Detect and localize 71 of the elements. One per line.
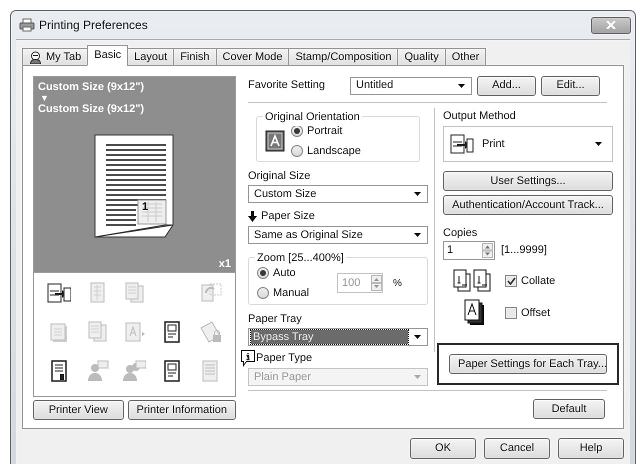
printer-button[interactable]: Printer View bbox=[33, 400, 124, 420]
copies-field[interactable]: 1 bbox=[443, 241, 495, 260]
dropdown[interactable]: Custom Size bbox=[248, 185, 428, 203]
printer-button[interactable]: Printer Information bbox=[128, 400, 236, 420]
info-icon bbox=[240, 349, 256, 367]
button[interactable]: Add... bbox=[477, 76, 536, 96]
caret-icon bbox=[414, 233, 421, 237]
button[interactable]: Edit... bbox=[541, 76, 600, 96]
range-label: [1...9999] bbox=[501, 243, 547, 258]
copy-count: x1 bbox=[218, 259, 231, 270]
people-icon[interactable] bbox=[122, 359, 146, 383]
checkbox[interactable]: Collate bbox=[505, 272, 556, 290]
button[interactable]: Help bbox=[558, 438, 624, 459]
close-icon bbox=[606, 21, 616, 29]
printer-icon[interactable] bbox=[46, 281, 71, 305]
radio-label: Portrait bbox=[307, 124, 342, 139]
tab[interactable]: Cover Mode bbox=[216, 48, 290, 66]
checkbox[interactable]: Offset bbox=[505, 304, 550, 322]
tab[interactable]: Other bbox=[444, 48, 486, 66]
radio-label: Auto bbox=[273, 266, 296, 281]
field-label: Original Size bbox=[248, 169, 312, 182]
button[interactable]: Cancel bbox=[484, 438, 550, 459]
field-label: Copies bbox=[443, 226, 478, 239]
button[interactable]: User Settings... bbox=[443, 171, 613, 191]
close-button[interactable] bbox=[591, 16, 631, 34]
caret-icon bbox=[414, 375, 421, 379]
tab[interactable]: Stamp/Composition bbox=[288, 48, 398, 66]
window-title: Printing Preferences bbox=[39, 17, 149, 34]
checkmark-icon bbox=[506, 277, 516, 285]
dropdown[interactable]: Bypass Tray bbox=[248, 328, 428, 346]
unit-label: % bbox=[393, 276, 402, 290]
caret-icon bbox=[414, 192, 421, 196]
letter-a-icon bbox=[265, 130, 285, 152]
size-label: Custom Size (9x12") bbox=[38, 103, 146, 115]
radio-button[interactable] bbox=[291, 144, 303, 157]
spinner-icon bbox=[482, 243, 493, 258]
field-label: Paper Tray bbox=[248, 312, 303, 325]
group-title: Zoom [25...400%] bbox=[255, 250, 346, 266]
radio-label: Landscape bbox=[307, 144, 361, 158]
printer-icon bbox=[19, 18, 35, 32]
field-label: Output Method bbox=[443, 109, 517, 122]
field-label: Paper Size bbox=[261, 208, 315, 224]
spinner-icon bbox=[371, 275, 382, 291]
tab[interactable]: My Tab bbox=[22, 48, 88, 66]
caret-icon bbox=[458, 84, 465, 88]
dropdown[interactable]: Same as Original Size bbox=[248, 226, 428, 244]
size-label: Custom Size (9x12") bbox=[38, 81, 146, 93]
field-label: Paper Type bbox=[256, 350, 312, 366]
arrow-icon: ▼ bbox=[38, 93, 231, 103]
field-label: Favorite Setting bbox=[248, 78, 326, 94]
tab[interactable]: Basic bbox=[87, 45, 128, 66]
tab[interactable]: Quality bbox=[397, 48, 446, 66]
button[interactable]: Paper Settings for Each Tray... bbox=[449, 354, 607, 374]
group-title: Original Orientation bbox=[263, 109, 362, 126]
collated-pages-icon bbox=[453, 269, 493, 293]
caret-icon bbox=[595, 142, 602, 146]
caret-icon bbox=[414, 335, 421, 339]
tab[interactable]: Layout bbox=[127, 48, 174, 66]
tab[interactable]: Finish bbox=[173, 48, 217, 66]
printer-icon bbox=[450, 134, 474, 154]
button[interactable]: OK bbox=[410, 438, 476, 459]
down-arrow-icon bbox=[248, 210, 257, 222]
dropdown[interactable]: Print bbox=[443, 126, 613, 162]
button[interactable]: Default bbox=[533, 399, 605, 419]
dropdown[interactable]: Untitled bbox=[350, 76, 472, 94]
page-number: 1 bbox=[142, 200, 148, 215]
button[interactable]: Authentication/Account Track... bbox=[443, 195, 613, 215]
radio-label: Manual bbox=[273, 286, 310, 300]
padlock-page-icon[interactable] bbox=[198, 320, 222, 344]
radio-button[interactable] bbox=[291, 125, 303, 138]
person-icon bbox=[29, 50, 42, 64]
